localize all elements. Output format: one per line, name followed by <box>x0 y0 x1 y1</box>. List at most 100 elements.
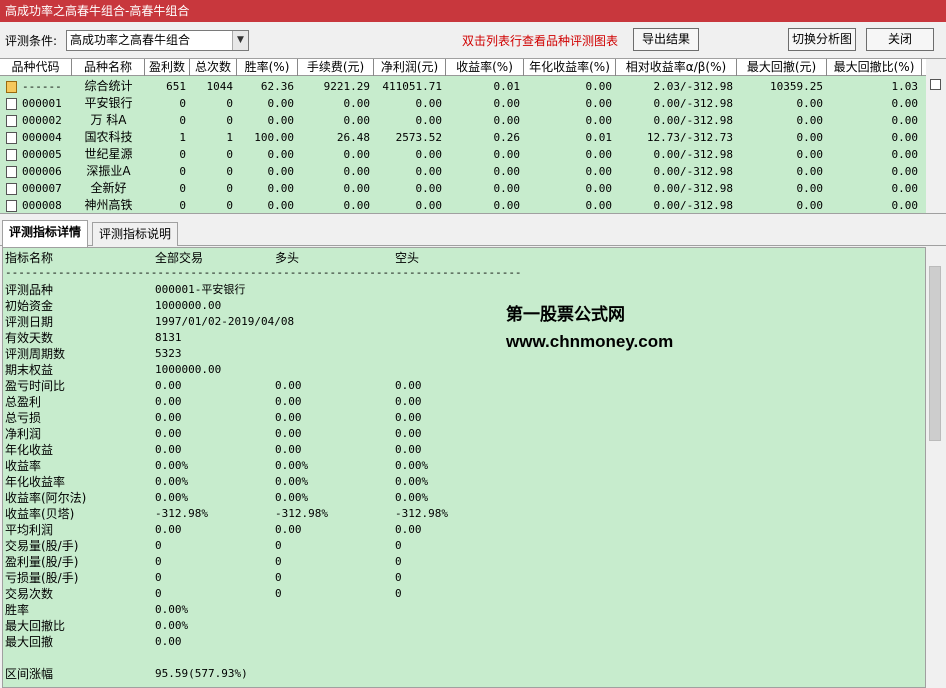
separator-line: ----------------------------------------… <box>5 266 522 279</box>
indicator-value: 0.00 <box>155 443 182 456</box>
indicator-value: 0 <box>155 555 162 568</box>
detail-row: 净利润 0.00 0.00 0.00 <box>5 426 905 442</box>
results-table: 品种代码 品种名称 盈利数 总次数 胜率(%) 手续费(元) 净利润(元) 收益率(%) 年化收… <box>0 58 946 214</box>
table-cell: 神州高铁 <box>84 198 133 212</box>
table-cell: 0.00 <box>267 97 295 110</box>
indicator-name: 初始资金 <box>5 299 54 313</box>
table-cell: 0.00 <box>343 114 371 127</box>
table-cell: 0 <box>226 148 233 161</box>
indicator-value: 0.00 <box>275 443 302 456</box>
indicator-name: 评测日期 <box>5 315 54 329</box>
table-row[interactable]: 000002 万 科A 0 0 0.00 0.00 0.00 0.00 0.00 0.00/-31… <box>0 112 926 129</box>
document-icon <box>6 149 17 161</box>
switch-chart-button[interactable]: 切换分析图 <box>788 28 856 51</box>
indicator-value: 0.00 <box>395 427 422 440</box>
column-header[interactable]: 品种名称 <box>72 59 145 76</box>
table-row[interactable]: 000005 世纪星源 0 0 0.00 0.00 0.00 0.00 0.00 0.00/-31… <box>0 146 926 163</box>
detail-scrollbar[interactable] <box>928 264 942 688</box>
indicator-value: 0.00 <box>155 411 182 424</box>
table-cell: 国农科技 <box>84 130 133 144</box>
column-header[interactable]: 胜率(%) <box>237 59 298 76</box>
table-cell: 深振业A <box>86 164 131 178</box>
column-header[interactable]: 手续费(元) <box>298 59 374 76</box>
indicator-value: 0 <box>275 539 282 552</box>
table-cell: 0.00 <box>891 114 919 127</box>
column-header[interactable]: 年化收益率(%) <box>524 59 616 76</box>
close-button[interactable]: 关闭 <box>866 28 934 51</box>
table-cell: 411051.71 <box>382 80 442 93</box>
indicator-value: 0.00% <box>155 619 189 632</box>
detail-row: 收益率(贝塔) -312.98% -312.98% -312.98% <box>5 506 905 522</box>
table-cell: 651 <box>166 80 186 93</box>
table-cell: 0.00 <box>493 199 521 212</box>
table-row[interactable]: 000004 国农科技 1 1 100.00 26.48 2573.52 0.26 0.01 12… <box>0 129 926 146</box>
document-icon <box>6 183 17 195</box>
table-cell: 0.00 <box>267 114 295 127</box>
column-header[interactable]: 盈利数 <box>145 59 190 76</box>
chevron-down-icon[interactable]: ▼ <box>232 31 248 50</box>
indicator-value: 000001-平安银行 <box>155 283 246 296</box>
column-header[interactable]: 相对收益率α/β(%) <box>616 59 737 76</box>
indicator-name: 胜率 <box>5 603 30 617</box>
condition-select[interactable]: 高成功率之高春牛组合 ▼ <box>66 30 249 51</box>
table-cell: 0 <box>179 165 186 178</box>
table-cell: 世纪星源 <box>84 147 133 161</box>
detail-header-row: 指标名称 全部交易 多头 空头 <box>5 250 905 266</box>
scrollbar-thumb[interactable] <box>929 266 941 441</box>
checkbox-icon[interactable] <box>930 79 941 90</box>
detail-row: 期末权益 1000000.00 <box>5 362 905 378</box>
table-row[interactable]: ------ 综合统计 651 1044 62.36 9221.29 411051.71 0.… <box>0 78 926 95</box>
indicator-value: 0.00 <box>155 379 182 392</box>
table-cell: ------ <box>22 80 62 93</box>
indicator-value: 全部交易 <box>155 251 204 265</box>
detail-row: 胜率 0.00% <box>5 602 905 618</box>
column-header[interactable]: 品种代码 <box>0 59 72 76</box>
column-header[interactable]: 最大回撤(元) <box>737 59 827 76</box>
table-cell: 0.00 <box>267 182 295 195</box>
detail-row: 收益率(阿尔法) 0.00% 0.00% 0.00% <box>5 490 905 506</box>
table-cell: 0.00 <box>415 182 443 195</box>
table-cell: 1044 <box>206 80 234 93</box>
table-cell: 12.73/-312.73 <box>646 131 733 144</box>
tab-indicator-explain[interactable]: 评测指标说明 <box>92 222 179 246</box>
table-cell: 0.00 <box>585 148 613 161</box>
table-row[interactable]: 000001 平安银行 0 0 0.00 0.00 0.00 0.00 0.00 0.00/-31… <box>0 95 926 112</box>
table-cell: 0.00 <box>267 165 295 178</box>
indicator-value: 多头 <box>275 251 300 265</box>
indicator-value: -312.98% <box>155 507 208 520</box>
indicator-value: 0.00 <box>395 395 422 408</box>
detail-row: 盈利量(股/手) 0 0 0 <box>5 554 905 570</box>
table-header: 品种代码 品种名称 盈利数 总次数 胜率(%) 手续费(元) 净利润(元) 收益率(%) 年化收… <box>0 59 926 76</box>
table-cell: 000005 <box>22 148 62 161</box>
indicator-value: 0.00 <box>155 635 182 648</box>
column-header[interactable]: 最大回撤比(%) <box>827 59 922 76</box>
table-cell: 0.00/-312.98 <box>653 165 733 178</box>
detail-row: 平均利润 0.00 0.00 0.00 <box>5 522 905 538</box>
tab-indicator-detail[interactable]: 评测指标详情 <box>2 220 89 247</box>
condition-label: 评测条件: <box>5 34 58 48</box>
table-cell: 0.00 <box>891 131 919 144</box>
table-scrollbar[interactable] <box>926 59 946 213</box>
table-cell: 0.00 <box>343 182 371 195</box>
column-header[interactable]: 总次数 <box>190 59 237 76</box>
table-cell: 0.00 <box>585 80 613 93</box>
table-cell: 0.01 <box>585 131 613 144</box>
table-row[interactable]: 000006 深振业A 0 0 0.00 0.00 0.00 0.00 0.00 0.00/-31… <box>0 163 926 180</box>
table-cell: 0 <box>226 182 233 195</box>
export-button[interactable]: 导出结果 <box>633 28 699 51</box>
table-row[interactable]: 000007 全新好 0 0 0.00 0.00 0.00 0.00 0.00 0.00/-312… <box>0 180 926 197</box>
column-header[interactable]: 净利润(元) <box>374 59 446 76</box>
indicator-name: 交易次数 <box>5 587 54 601</box>
indicator-value: 0.00% <box>395 475 429 488</box>
table-cell: 0.00 <box>585 165 613 178</box>
table-cell: 0.26 <box>493 131 521 144</box>
table-cell: 0.00 <box>585 182 613 195</box>
column-header[interactable]: 收益率(%) <box>446 59 524 76</box>
detail-row: 交易量(股/手) 0 0 0 <box>5 538 905 554</box>
table-row[interactable]: 000008 神州高铁 0 0 0.00 0.00 0.00 0.00 0.00 0.00/-31… <box>0 197 926 213</box>
table-cell: 0 <box>226 199 233 212</box>
indicator-value: 0.00 <box>395 411 422 424</box>
document-icon <box>6 115 17 127</box>
indicator-name: 亏损量(股/手) <box>5 571 79 585</box>
table-cell: 0.00/-312.98 <box>653 199 733 212</box>
